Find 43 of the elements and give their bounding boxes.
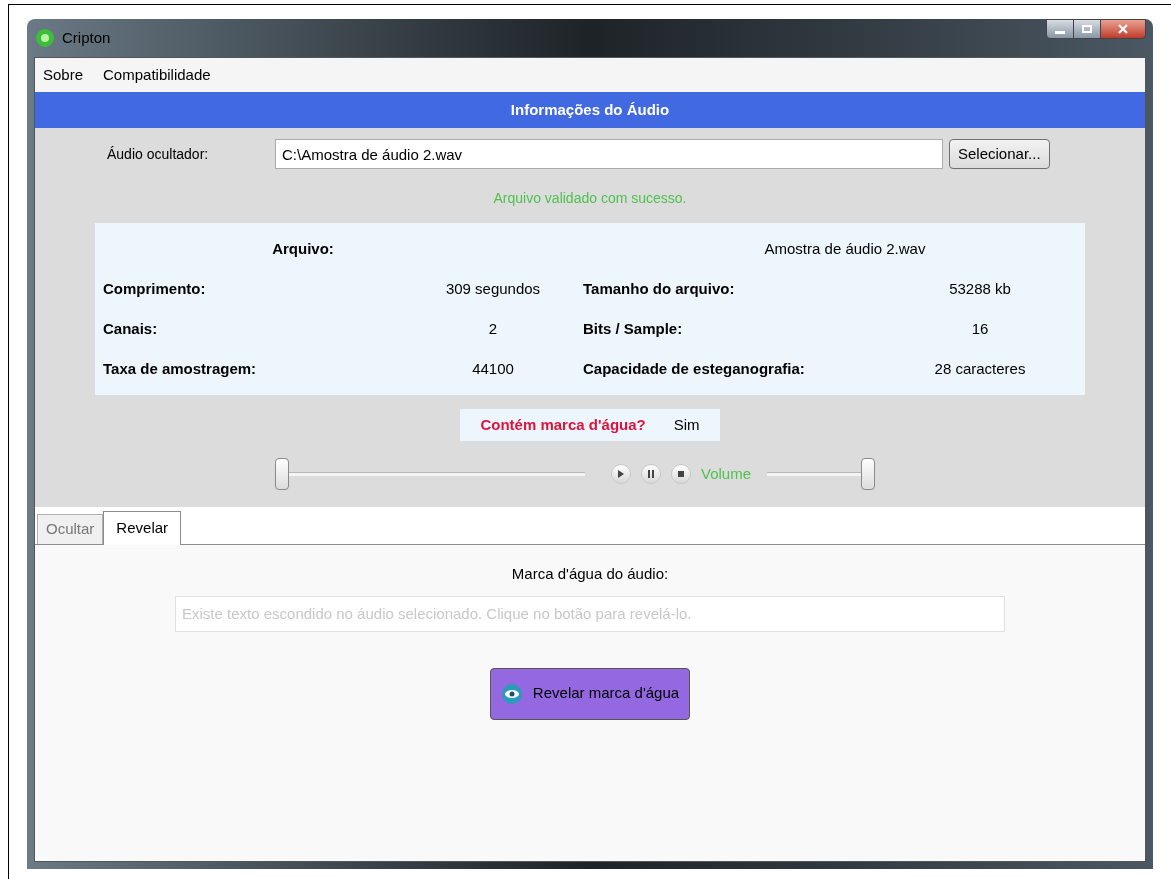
maximize-button[interactable] [1074, 19, 1100, 39]
info-label: Capacidade de esteganografia: [583, 358, 806, 379]
tab[interactable]: Ocultar [37, 514, 104, 544]
pause-button[interactable] [641, 464, 661, 484]
stop-button[interactable] [671, 464, 691, 484]
info-label: Bits / Sample: [583, 318, 684, 339]
field-label: Áudio ocultador: [107, 144, 210, 164]
info-label: Canais: [103, 318, 159, 339]
info-label: Tamanho do arquivo: [583, 278, 736, 299]
info-label: Taxa de amostragem: [103, 358, 258, 379]
section-header: Informações do Áudio [35, 92, 1145, 128]
info-label: Arquivo: [271, 238, 335, 259]
stop-icon [678, 471, 684, 477]
info-value: 53288 kb [948, 278, 1012, 299]
play-button[interactable] [611, 464, 631, 484]
minimize-button[interactable] [1046, 19, 1074, 39]
close-icon [1118, 24, 1128, 34]
slider-thumb[interactable] [275, 458, 289, 490]
pause-icon [648, 470, 654, 478]
menu-item[interactable]: Sobre [43, 63, 84, 87]
info-value: Amostra de áudio 2.wav [763, 238, 927, 259]
menu-item[interactable]: Compatibilidade [103, 63, 211, 87]
info-value: 28 caracteres [933, 358, 1027, 379]
status-message: Arquivo validado com sucesso. [492, 189, 688, 208]
close-button[interactable] [1100, 19, 1146, 39]
reveal-button[interactable]: Revelar marca d'água [489, 667, 691, 720]
info-value: 44100 [471, 358, 515, 379]
info-value: 2 [487, 318, 499, 339]
slider-thumb[interactable] [861, 458, 876, 490]
file-path-field[interactable]: C:\Amostra de áudio 2.wav [275, 139, 943, 169]
app-logo-icon [34, 27, 56, 49]
select-button[interactable]: Selecionar... [949, 139, 1050, 169]
window-title: Cripton [62, 27, 111, 48]
reveal-label: Marca d'água do áudio: [510, 564, 670, 584]
eye-icon [500, 682, 523, 705]
tab[interactable]: Revelar [103, 511, 182, 545]
info-value: 309 segundos [444, 278, 542, 299]
watermark-question: Contém marca d'água? [480, 414, 646, 435]
play-icon [618, 470, 624, 478]
watermark-answer: Sim [673, 414, 700, 435]
info-label: Comprimento: [103, 278, 207, 299]
info-value: 16 [970, 318, 990, 339]
volume-label: Volume [701, 463, 752, 484]
